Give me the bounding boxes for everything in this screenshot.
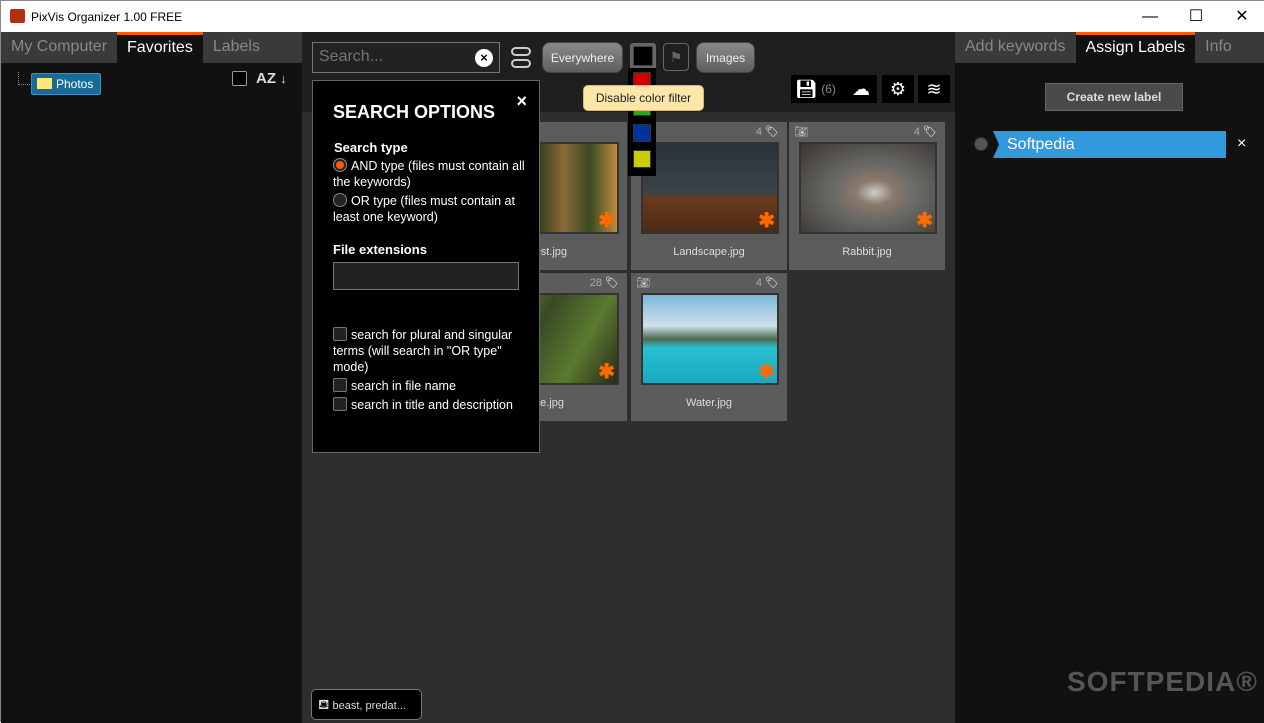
- clear-search-button[interactable]: ×: [475, 49, 493, 67]
- sort-label: AZ: [256, 70, 276, 87]
- minimize-button[interactable]: —: [1127, 1, 1173, 32]
- close-popup-button[interactable]: ×: [516, 91, 527, 112]
- orange-star-icon: ✱: [758, 210, 775, 232]
- softpedia-watermark: SOFTPEDIA®: [1067, 666, 1258, 697]
- tree-item-label: Photos: [56, 77, 94, 91]
- sort-button[interactable]: AZ ↓: [256, 70, 287, 87]
- paint-bucket-icon: ⛾: [318, 696, 330, 712]
- tab-my-computer[interactable]: My Computer: [1, 32, 117, 63]
- file-name-checkbox[interactable]: search in file name: [333, 378, 533, 394]
- keyword-count: 4 🏷︎: [755, 126, 779, 138]
- title-bar: PixVis Organizer 1.00 FREE — ☐ ✕: [1, 1, 1264, 32]
- close-button[interactable]: ✕: [1219, 1, 1264, 32]
- create-new-label-button[interactable]: Create new label: [1045, 83, 1183, 111]
- tag-icon: 🏷︎: [765, 126, 779, 138]
- folder-icon: [37, 78, 52, 89]
- plural-singular-checkbox[interactable]: search for plural and singular terms (wi…: [333, 327, 533, 375]
- tag-icon: 🏷︎: [765, 277, 779, 289]
- keyword-count: 4 🏷︎: [913, 126, 937, 138]
- camera-icon: 📷︎: [636, 277, 650, 289]
- color-swatch-yellow[interactable]: [633, 150, 651, 168]
- select-all-checkbox[interactable]: [232, 71, 247, 86]
- tab-labels[interactable]: Labels: [203, 32, 270, 63]
- and-type-radio[interactable]: AND type (files must contain all the key…: [333, 158, 533, 190]
- file-extensions-heading: File extensions: [333, 242, 427, 257]
- orange-star-icon: ✱: [916, 210, 933, 232]
- tooltip: Disable color filter: [583, 85, 704, 111]
- sort-arrow-icon: ↓: [280, 71, 287, 86]
- tab-assign-labels[interactable]: Assign Labels: [1075, 32, 1196, 63]
- search-options-popup: × SEARCH OPTIONS Search type AND type (f…: [312, 80, 540, 453]
- search-field[interactable]: [313, 43, 473, 71]
- tree-item-photos[interactable]: Photos: [31, 73, 101, 95]
- tree-line: [18, 72, 30, 85]
- orange-star-icon: ✱: [598, 210, 615, 232]
- remove-label-button[interactable]: ×: [1237, 135, 1246, 153]
- keyword-count: 28 🏷︎: [589, 277, 619, 289]
- tag-icon: 🏷︎: [605, 277, 619, 289]
- tab-favorites[interactable]: Favorites: [117, 32, 203, 63]
- left-panel: My Computer Favorites Labels Photos AZ ↓: [1, 32, 302, 723]
- search-input[interactable]: ×: [312, 42, 500, 73]
- keyword-chip[interactable]: ⛾ beast, predat...: [311, 689, 422, 720]
- save-count: (6): [821, 82, 836, 96]
- maximize-button[interactable]: ☐: [1173, 1, 1219, 32]
- scope-dropdown[interactable]: Everywhere: [542, 42, 623, 73]
- flag-icon[interactable]: ⚑: [663, 43, 689, 71]
- type-dropdown[interactable]: Images: [696, 42, 755, 73]
- title-description-checkbox[interactable]: search in title and description: [333, 397, 533, 413]
- radio-selected[interactable]: [333, 158, 347, 172]
- keyword-chip-label: beast, predat...: [332, 700, 406, 712]
- popup-title: SEARCH OPTIONS: [333, 102, 496, 122]
- thumbnail-tile[interactable]: 📷︎ 4 🏷︎ ✱ Rabbit.jpg: [789, 122, 945, 270]
- file-extensions-input[interactable]: [333, 262, 519, 290]
- tab-info[interactable]: Info: [1195, 32, 1242, 63]
- label-softpedia[interactable]: Softpedia: [993, 131, 1226, 158]
- right-panel: Add keywords Assign Labels Info Create n…: [955, 32, 1264, 723]
- save-icon: 💾︎: [795, 79, 818, 99]
- search-type-heading: Search type: [334, 140, 408, 155]
- camera-icon: 📷︎: [794, 126, 808, 138]
- file-name: Rabbit.jpg: [842, 246, 892, 258]
- color-swatch-blue[interactable]: [633, 124, 651, 142]
- color-filter-button[interactable]: [630, 43, 656, 71]
- file-name: Landscape.jpg: [673, 246, 745, 258]
- radio-unselected[interactable]: [333, 193, 347, 207]
- cloud-upload-icon[interactable]: ☁: [845, 75, 877, 103]
- file-name: Water.jpg: [685, 397, 733, 409]
- orange-star-icon: ✱: [598, 361, 615, 383]
- orange-star-icon: ✱: [758, 361, 775, 383]
- thumbnail-tile[interactable]: 📷︎ 4 🏷︎ ✱ Water.jpg: [631, 273, 787, 421]
- or-type-radio[interactable]: OR type (files must contain at least one…: [333, 193, 533, 225]
- tag-icon: 🏷︎: [923, 126, 937, 138]
- label-radio[interactable]: [974, 137, 988, 151]
- gear-icon[interactable]: ⚙: [882, 75, 914, 103]
- tab-add-keywords[interactable]: Add keywords: [955, 32, 1076, 63]
- search-options-toggle-icon[interactable]: [511, 47, 531, 69]
- keyword-count: 4 🏷︎: [755, 277, 779, 289]
- database-icon[interactable]: ≋: [918, 75, 950, 103]
- app-logo-icon: [10, 9, 25, 23]
- window-title: PixVis Organizer 1.00 FREE: [31, 10, 183, 24]
